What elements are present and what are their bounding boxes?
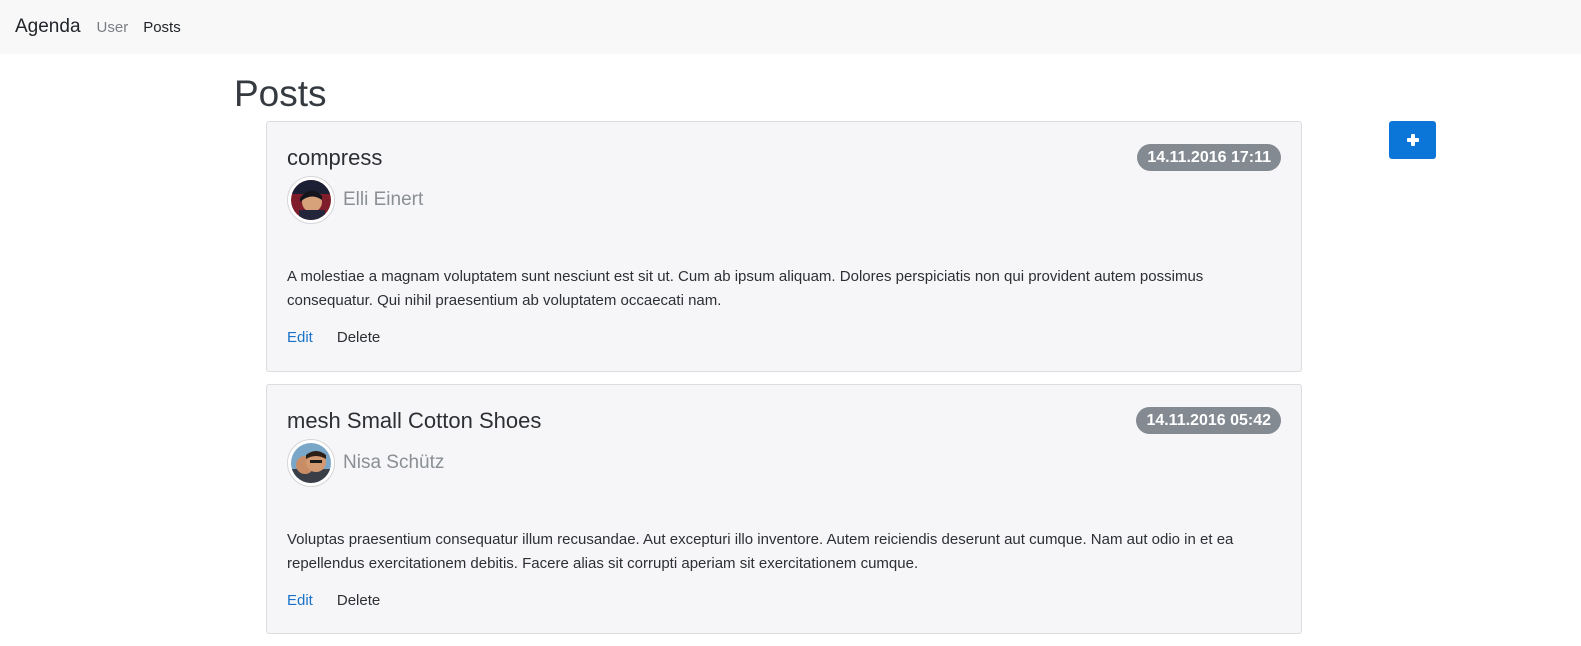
post-title: compress — [287, 145, 383, 170]
post-card: mesh Small Cotton Shoes 14.11.2016 05:42… — [266, 384, 1302, 634]
page-title: Posts — [234, 73, 327, 114]
delete-link[interactable]: Delete — [337, 329, 380, 346]
top-navbar: Agenda User Posts — [0, 0, 1581, 54]
edit-link[interactable]: Edit — [287, 592, 313, 609]
post-title: mesh Small Cotton Shoes — [287, 408, 542, 433]
post-actions: Edit Delete — [287, 329, 380, 346]
avatar — [287, 176, 335, 224]
avatar — [287, 439, 335, 487]
date-badge: 14.11.2016 17:11 — [1137, 144, 1281, 171]
avatar-photo — [291, 180, 331, 220]
post-body: A molestiae a magnam voluptatem sunt nes… — [287, 268, 1204, 309]
edit-link[interactable]: Edit — [287, 329, 313, 346]
avatar-photo — [291, 443, 331, 483]
author-row: Elli Einert — [287, 176, 423, 224]
post-actions: Edit Delete — [287, 592, 380, 609]
post-card: compress 14.11.2016 17:11 Elli Einert A … — [266, 121, 1302, 372]
add-post-button[interactable] — [1389, 121, 1436, 159]
date-badge: 14.11.2016 05:42 — [1136, 407, 1281, 434]
delete-link[interactable]: Delete — [337, 592, 380, 609]
post-body: Voluptas praesentium consequatur illum r… — [287, 531, 1234, 572]
nav-link-posts[interactable]: Posts — [143, 19, 181, 36]
nav-link-user[interactable]: User — [97, 19, 129, 36]
author-name: Elli Einert — [343, 189, 424, 210]
author-row: Nisa Schütz — [287, 439, 444, 487]
plus-icon — [1406, 134, 1419, 146]
brand-link[interactable]: Agenda — [15, 16, 81, 38]
author-name: Nisa Schütz — [343, 452, 445, 473]
